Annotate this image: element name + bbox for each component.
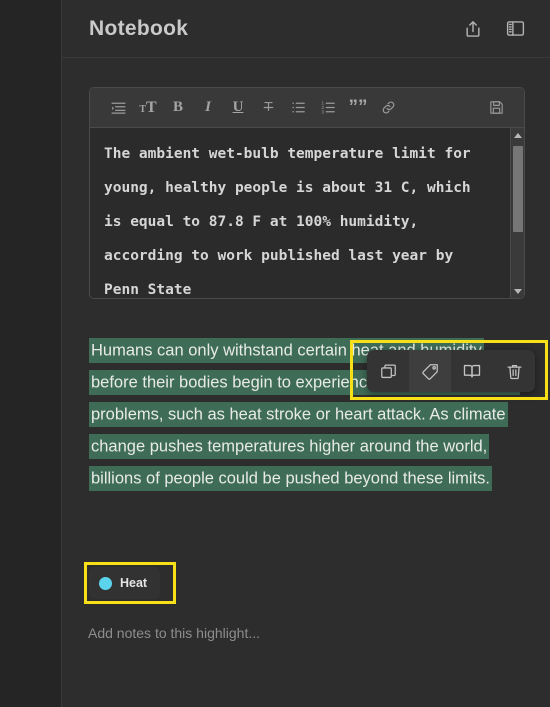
- highlight-tag-row: Heat: [89, 567, 161, 599]
- left-gutter: [0, 0, 62, 707]
- scrollbar-thumb[interactable]: [512, 146, 523, 232]
- tag-chip-heat[interactable]: Heat: [89, 567, 161, 599]
- editor-body: The ambient wet-bulb temperature limit f…: [90, 128, 524, 298]
- bold-glyph: B: [172, 99, 183, 115]
- share-icon[interactable]: [460, 16, 486, 42]
- underline-glyph: U: [232, 99, 244, 115]
- scroll-up-icon[interactable]: [511, 128, 524, 142]
- panel-header: Notebook: [62, 0, 550, 58]
- highlight-action-toolbar: [367, 350, 535, 392]
- quote-icon[interactable]: ””: [343, 93, 373, 123]
- strikethrough-icon[interactable]: [253, 93, 283, 123]
- link-icon[interactable]: [373, 93, 403, 123]
- page-title: Notebook: [89, 16, 189, 40]
- editor-textarea[interactable]: The ambient wet-bulb temperature limit f…: [90, 128, 524, 298]
- svg-text:3: 3: [321, 110, 324, 116]
- bold-icon[interactable]: B: [163, 93, 193, 123]
- book-icon[interactable]: [451, 350, 493, 392]
- tag-color-dot-icon: [99, 576, 112, 590]
- notebook-panel-icon[interactable]: [502, 16, 528, 42]
- editor-toolbar: TT B I U 1 2 3 ””: [90, 88, 524, 128]
- underline-icon[interactable]: U: [223, 93, 253, 123]
- scroll-down-icon[interactable]: [511, 284, 524, 298]
- note-editor: TT B I U 1 2 3 ”” The ambient wet-bulb t…: [89, 87, 525, 299]
- notes-input[interactable]: Add notes to this highlight...: [88, 625, 260, 641]
- indent-icon[interactable]: [103, 93, 133, 123]
- text-size-large-glyph: T: [146, 98, 157, 116]
- numbered-list-icon[interactable]: 1 2 3: [313, 93, 343, 123]
- text-size-icon[interactable]: TT: [133, 93, 163, 123]
- save-icon[interactable]: [481, 93, 511, 123]
- trash-icon[interactable]: [493, 350, 535, 392]
- editor-scrollbar[interactable]: [510, 128, 524, 298]
- tag-chip-label: Heat: [120, 576, 148, 590]
- notebook-app: Notebook T T B I U 1 2 3 ”” The ambient …: [0, 0, 550, 707]
- text-size-small-glyph: T: [139, 103, 146, 115]
- bullet-list-icon[interactable]: [283, 93, 313, 123]
- tag-icon[interactable]: [409, 350, 451, 392]
- italic-glyph: I: [205, 99, 211, 115]
- italic-icon[interactable]: I: [193, 93, 223, 123]
- copy-icon[interactable]: [367, 350, 409, 392]
- quote-glyph: ””: [348, 97, 368, 118]
- header-actions: [460, 16, 528, 42]
